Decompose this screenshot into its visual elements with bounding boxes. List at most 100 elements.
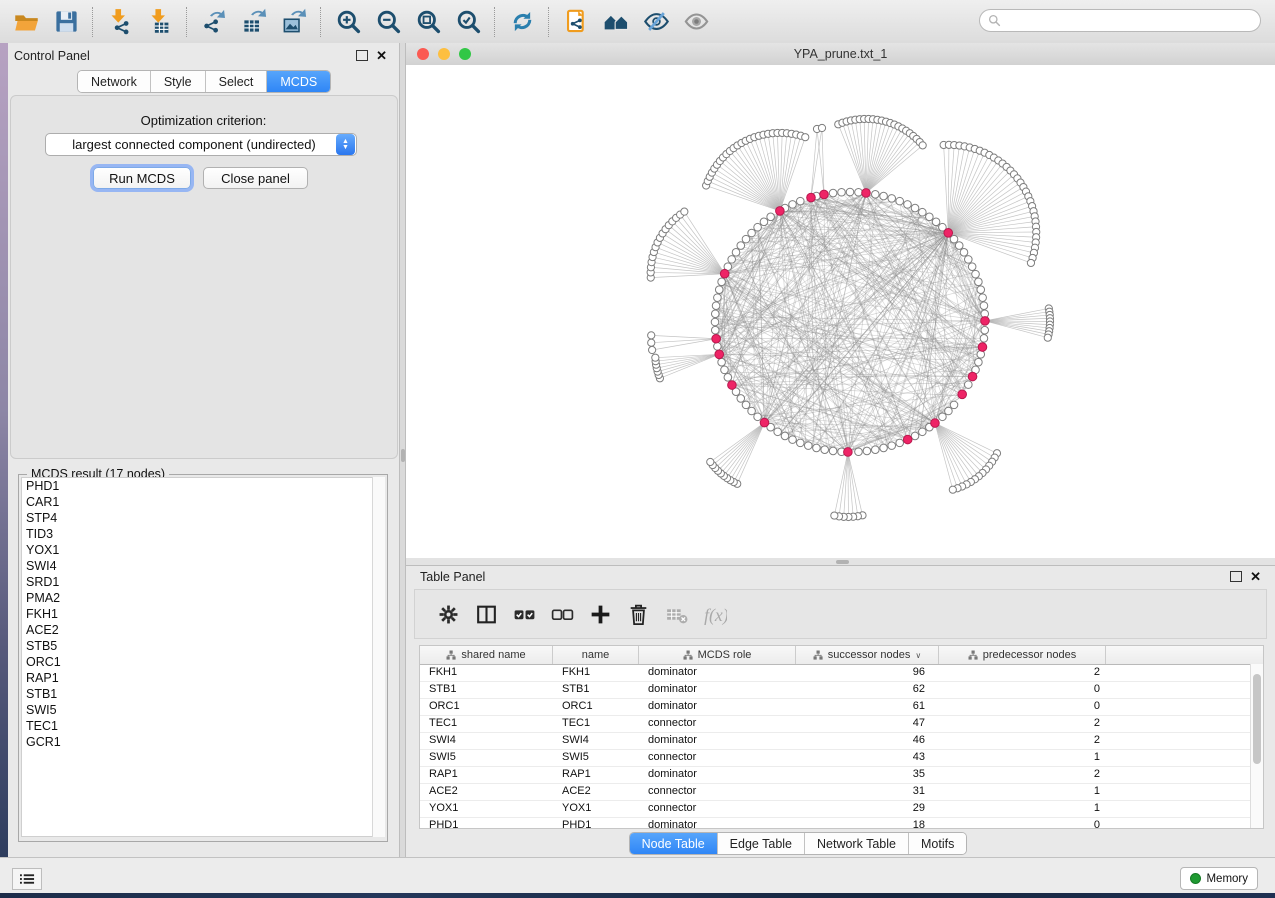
select-all-icon[interactable] — [505, 596, 543, 632]
network-node[interactable] — [977, 286, 985, 294]
network-node[interactable] — [754, 413, 762, 421]
mcds-result-item[interactable]: RAP1 — [22, 670, 372, 686]
network-leaf-node[interactable] — [649, 346, 656, 353]
network-mcds-hub-node[interactable] — [978, 343, 987, 352]
network-node[interactable] — [718, 278, 726, 286]
network-node[interactable] — [838, 188, 846, 196]
network-canvas[interactable] — [406, 65, 1275, 558]
mcds-result-item[interactable]: SWI5 — [22, 702, 372, 718]
network-node[interactable] — [919, 208, 927, 216]
run-mcds-button[interactable]: Run MCDS — [93, 167, 191, 189]
network-node[interactable] — [737, 242, 745, 250]
network-node[interactable] — [774, 428, 782, 436]
close-panel-icon[interactable]: ✕ — [376, 51, 387, 61]
network-node[interactable] — [754, 223, 762, 231]
network-node[interactable] — [945, 407, 953, 415]
mcds-result-item[interactable]: PMA2 — [22, 590, 372, 606]
network-node[interactable] — [760, 218, 768, 226]
vertical-splitter-handle[interactable] — [401, 449, 405, 462]
network-mcds-hub-node[interactable] — [844, 448, 853, 457]
network-node[interactable] — [714, 294, 722, 302]
network-node[interactable] — [896, 439, 904, 447]
table-row[interactable]: YOX1YOX1connector291 — [420, 801, 1263, 818]
refresh-view-icon[interactable] — [502, 5, 542, 39]
column-header-shared-name[interactable]: shared name — [420, 646, 553, 664]
network-node[interactable] — [732, 249, 740, 257]
network-mcds-hub-node[interactable] — [760, 418, 769, 427]
network-node[interactable] — [711, 326, 719, 334]
tab-node-table[interactable]: Node Table — [630, 833, 718, 854]
table-row[interactable]: ACE2ACE2connector311 — [420, 784, 1263, 801]
horizontal-splitter[interactable] — [406, 558, 1275, 565]
column-header-successor-nodes[interactable]: successor nodes∨ — [796, 646, 939, 664]
mcds-result-item[interactable]: STB1 — [22, 686, 372, 702]
network-node[interactable] — [724, 374, 732, 382]
task-history-button[interactable] — [12, 868, 42, 890]
network-node[interactable] — [742, 401, 750, 409]
network-node[interactable] — [950, 401, 958, 409]
network-node[interactable] — [718, 358, 726, 366]
float-table-panel-icon[interactable] — [1230, 571, 1242, 582]
network-mcds-hub-node[interactable] — [968, 372, 977, 381]
open-file-icon[interactable] — [6, 5, 46, 39]
network-node[interactable] — [904, 201, 912, 209]
table-row[interactable]: TEC1TEC1connector472 — [420, 716, 1263, 733]
mcds-result-item[interactable]: CAR1 — [22, 494, 372, 510]
float-panel-icon[interactable] — [356, 50, 368, 61]
network-node[interactable] — [965, 256, 973, 264]
network-mcds-hub-node[interactable] — [958, 390, 967, 399]
mcds-result-item[interactable]: STB5 — [22, 638, 372, 654]
network-mcds-hub-node[interactable] — [728, 381, 737, 390]
network-mcds-hub-node[interactable] — [712, 334, 721, 343]
network-node[interactable] — [821, 446, 829, 454]
network-leaf-node[interactable] — [919, 142, 926, 149]
mcds-result-item[interactable]: SWI4 — [22, 558, 372, 574]
network-node[interactable] — [711, 310, 719, 318]
network-node[interactable] — [926, 213, 934, 221]
mcds-list-scrollbar[interactable] — [372, 477, 385, 837]
zoom-out-icon[interactable] — [368, 5, 408, 39]
table-row[interactable]: STB1STB1dominator620 — [420, 682, 1263, 699]
network-leaf-node[interactable] — [831, 512, 838, 519]
zoom-in-icon[interactable] — [328, 5, 368, 39]
network-node[interactable] — [715, 286, 723, 294]
network-node[interactable] — [896, 197, 904, 205]
mcds-result-item[interactable]: TEC1 — [22, 718, 372, 734]
export-table-icon[interactable] — [234, 5, 274, 39]
network-node[interactable] — [721, 366, 729, 374]
network-leaf-node[interactable] — [648, 339, 655, 346]
tab-select[interactable]: Select — [206, 71, 268, 92]
network-node[interactable] — [737, 395, 745, 403]
network-leaf-node[interactable] — [949, 486, 956, 493]
network-node[interactable] — [855, 448, 863, 456]
table-row[interactable]: ORC1ORC1dominator610 — [420, 699, 1263, 716]
table-row[interactable]: SWI5SWI5connector431 — [420, 750, 1263, 767]
table-scrollbar-thumb[interactable] — [1253, 674, 1261, 764]
columns-icon[interactable] — [467, 596, 505, 632]
tab-style[interactable]: Style — [151, 71, 206, 92]
network-node[interactable] — [975, 358, 983, 366]
delete-row-icon[interactable] — [619, 596, 657, 632]
column-header-predecessor-nodes[interactable]: predecessor nodes — [939, 646, 1106, 664]
hide-style-icon[interactable] — [636, 5, 676, 39]
mcds-result-item[interactable]: TID3 — [22, 526, 372, 542]
network-leaf-node[interactable] — [707, 458, 714, 465]
network-mcds-hub-node[interactable] — [776, 207, 785, 216]
mcds-result-item[interactable]: ACE2 — [22, 622, 372, 638]
network-node[interactable] — [711, 318, 719, 326]
network-mcds-hub-node[interactable] — [715, 350, 724, 359]
mcds-result-item[interactable]: STP4 — [22, 510, 372, 526]
network-node[interactable] — [714, 343, 722, 351]
memory-button[interactable]: Memory — [1180, 867, 1258, 890]
network-node[interactable] — [939, 413, 947, 421]
tab-edge-table[interactable]: Edge Table — [718, 833, 805, 854]
import-table-icon[interactable] — [140, 5, 180, 39]
tab-network-table[interactable]: Network Table — [805, 833, 909, 854]
network-node[interactable] — [932, 218, 940, 226]
show-style-icon[interactable] — [676, 5, 716, 39]
network-node[interactable] — [829, 189, 837, 197]
network-node[interactable] — [797, 439, 805, 447]
network-node[interactable] — [804, 442, 812, 450]
network-node[interactable] — [979, 294, 987, 302]
network-node[interactable] — [911, 204, 919, 212]
